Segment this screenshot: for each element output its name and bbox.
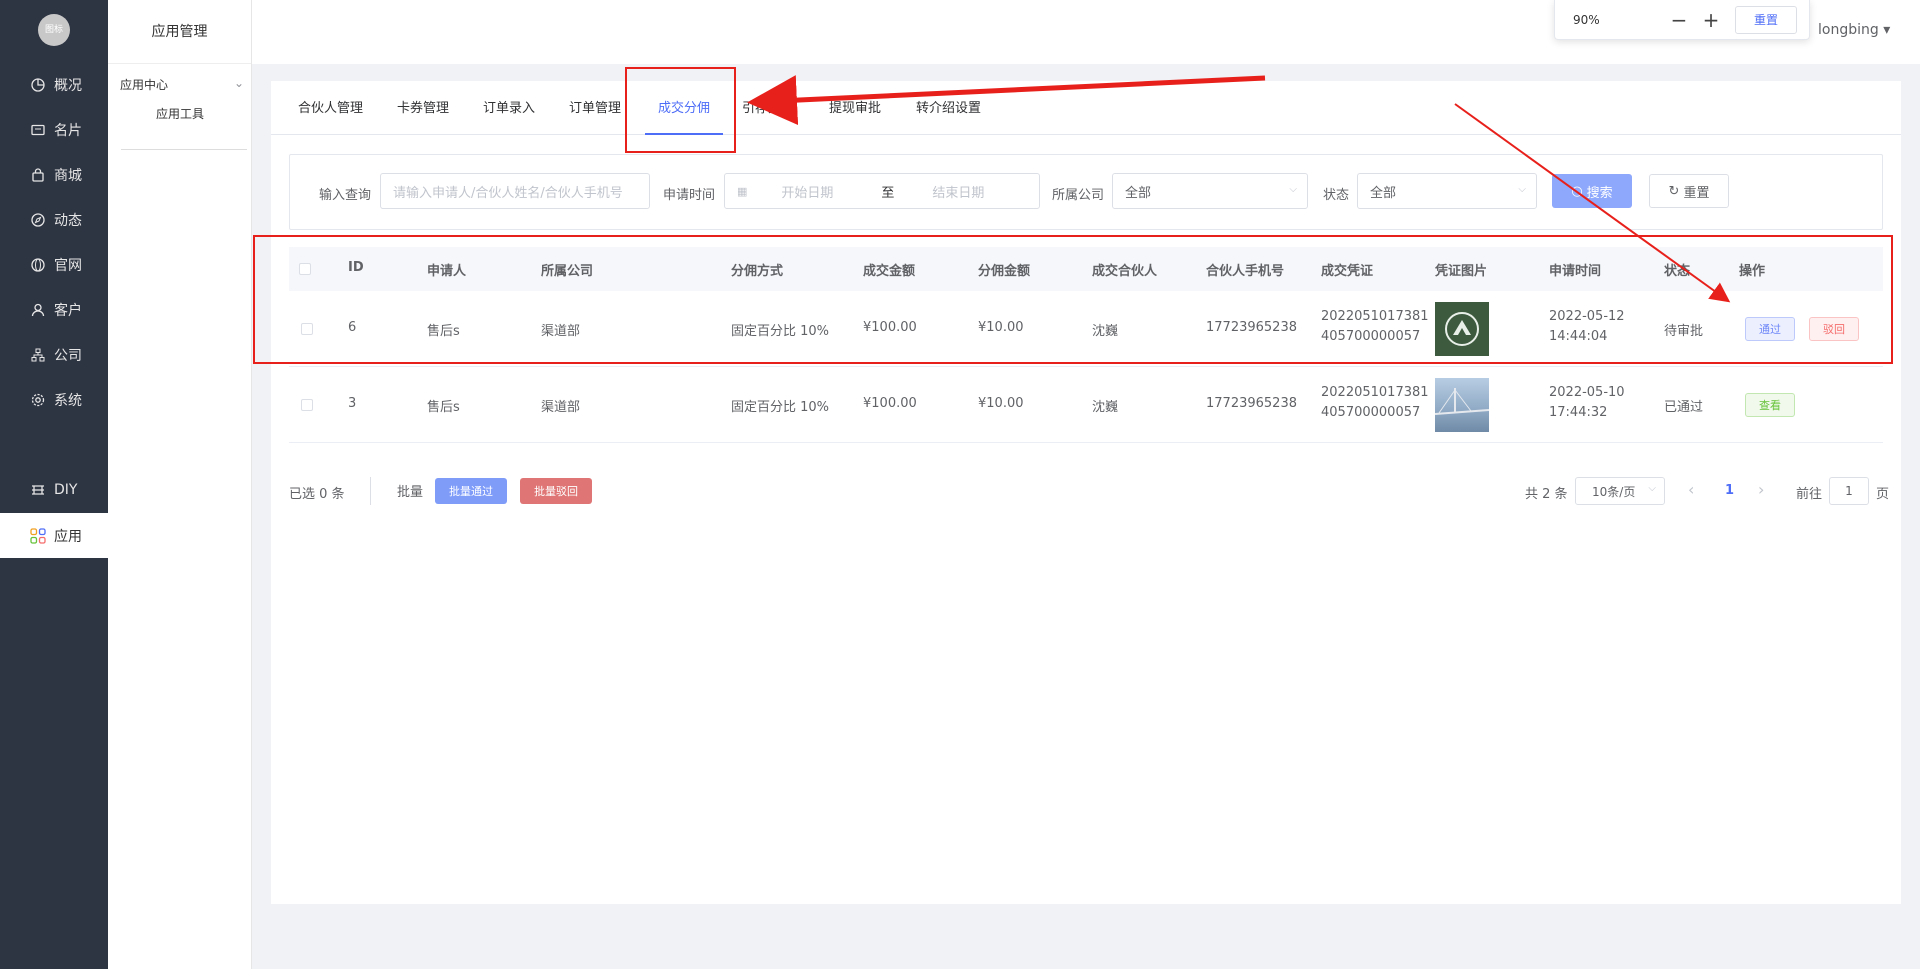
arrow-to-actions: [1454, 103, 1731, 303]
annotation-arrows: [747, 75, 1731, 303]
arrow-to-tab: [747, 75, 1266, 126]
